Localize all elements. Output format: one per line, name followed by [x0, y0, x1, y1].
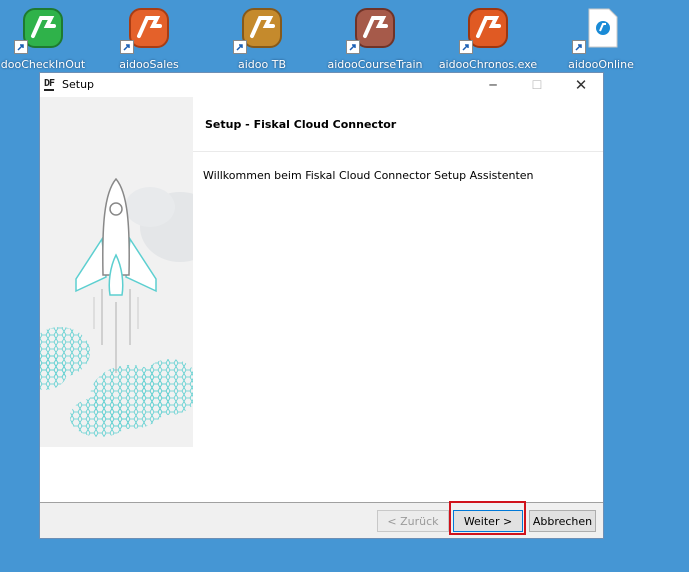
minimize-button[interactable]: ─ [471, 73, 515, 97]
shortcut-arrow-icon [14, 40, 28, 54]
title-bar[interactable]: DF Setup ─ ☐ ✕ [40, 73, 603, 97]
close-button[interactable]: ✕ [559, 73, 603, 97]
desktop-icon-label: aidooSales [119, 58, 179, 71]
desktop-icon-label: aidooCourseTrain [327, 58, 423, 71]
window-title: Setup [62, 78, 95, 91]
wizard-content: Setup - Fiskal Cloud Connector Willkomme… [40, 97, 603, 502]
shortcut-arrow-icon [346, 40, 360, 54]
app-logo: DF [44, 78, 55, 91]
header-divider [193, 151, 603, 152]
cancel-button[interactable]: Abbrechen [529, 510, 596, 532]
wizard-main-pane: Setup - Fiskal Cloud Connector Willkomme… [193, 97, 603, 502]
desktop-icon-coursetrain[interactable]: aidooCourseTrain [320, 4, 430, 74]
back-button[interactable]: < Zurück [377, 510, 449, 532]
desktop-icon-online[interactable]: aidooOnline [546, 4, 656, 74]
shortcut-arrow-icon [572, 40, 586, 54]
desktop-icon-checkinout[interactable]: dooCheckInOut [0, 4, 98, 74]
welcome-text: Willkommen beim Fiskal Cloud Connector S… [203, 169, 534, 182]
shortcut-arrow-icon [233, 40, 247, 54]
maximize-icon: ☐ [531, 78, 543, 92]
maximize-button[interactable]: ☐ [515, 73, 559, 97]
rocket-illustration-icon [40, 177, 193, 437]
next-button-highlight [449, 501, 526, 535]
desktop-icon-label: aidoo TB [237, 58, 286, 71]
wizard-side-image [40, 97, 193, 447]
minimize-icon: ─ [489, 78, 497, 92]
desktop-icon-label: aidooChronos.exe [438, 58, 538, 71]
desktop-icon-tb[interactable]: aidoo TB [207, 4, 317, 74]
setup-window: DF Setup ─ ☐ ✕ Setup - Fiskal Cloud Conn… [39, 72, 604, 539]
page-title: Setup - Fiskal Cloud Connector [205, 118, 397, 131]
desktop-icon-label: aidooOnline [568, 58, 634, 71]
shortcut-arrow-icon [120, 40, 134, 54]
desktop-icon-label: dooCheckInOut [0, 58, 86, 71]
desktop-icon-sales[interactable]: aidooSales [94, 4, 204, 74]
desktop-icon-chronos[interactable]: aidooChronos.exe [433, 4, 543, 74]
shortcut-arrow-icon [459, 40, 473, 54]
close-icon: ✕ [574, 76, 588, 94]
